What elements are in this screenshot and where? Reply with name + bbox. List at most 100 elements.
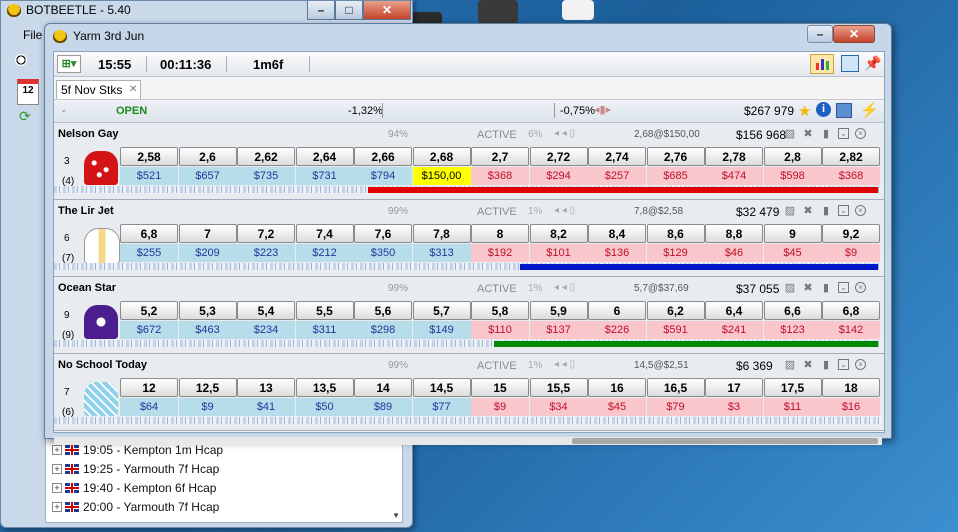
- lay-cell[interactable]: 6,8 $142: [822, 301, 880, 339]
- chart-button[interactable]: [810, 54, 834, 74]
- tools-icon[interactable]: ✖: [802, 128, 814, 140]
- lay-cell[interactable]: 2,74 $257: [588, 147, 646, 185]
- lay-amount[interactable]: $79: [646, 398, 705, 416]
- lay-price-button[interactable]: 8,2: [529, 224, 588, 243]
- lay-price-button[interactable]: 6,4: [705, 301, 763, 320]
- back-amount[interactable]: $50: [295, 398, 354, 416]
- bar-icon[interactable]: ▮: [820, 282, 832, 294]
- back-price-button[interactable]: 2,64: [295, 147, 354, 166]
- minimize-button[interactable]: –: [307, 1, 335, 20]
- lay-amount[interactable]: $142: [822, 321, 880, 339]
- lay-price-button[interactable]: 9,2: [822, 224, 880, 243]
- back-amount[interactable]: $672: [120, 321, 178, 339]
- back-price-button[interactable]: 5,7: [412, 301, 471, 320]
- back-price-button[interactable]: 5,3: [178, 301, 237, 320]
- dropdown-icon[interactable]: ⌄: [838, 282, 849, 293]
- back-price-button[interactable]: 2,62: [237, 147, 295, 166]
- back-amount[interactable]: $794: [354, 167, 412, 185]
- dropdown-icon[interactable]: ⌄: [838, 359, 849, 370]
- lay-cell[interactable]: 16 $45: [588, 378, 646, 416]
- back-amount[interactable]: $150,00: [412, 167, 471, 185]
- lay-amount[interactable]: $45: [588, 398, 646, 416]
- back-amount[interactable]: $350: [354, 244, 412, 262]
- back-price-button[interactable]: 14,5: [412, 378, 471, 397]
- back-price-button[interactable]: 2,68: [412, 147, 471, 166]
- lay-price-button[interactable]: 16: [588, 378, 646, 397]
- lay-cell[interactable]: 6 $226: [588, 301, 646, 339]
- back-price-button[interactable]: 12: [120, 378, 178, 397]
- lay-price-button[interactable]: 8: [471, 224, 529, 243]
- back-cell[interactable]: 5,6 $298: [354, 301, 412, 339]
- lay-cell[interactable]: 8 $192: [471, 224, 529, 262]
- remove-icon[interactable]: ×: [855, 128, 866, 139]
- back-amount[interactable]: $223: [237, 244, 295, 262]
- lay-price-button[interactable]: 6,8: [822, 301, 880, 320]
- tools-icon[interactable]: ✖: [802, 205, 814, 217]
- desktop-icon[interactable]: [562, 0, 594, 20]
- lay-amount[interactable]: $110: [471, 321, 529, 339]
- window-icon[interactable]: [841, 55, 859, 72]
- lay-price-button[interactable]: 15,5: [529, 378, 588, 397]
- close-tab-icon[interactable]: ✕: [129, 81, 137, 99]
- back-price-button[interactable]: 2,6: [178, 147, 237, 166]
- back-cell[interactable]: 2,6 $657: [178, 147, 237, 185]
- lay-price-button[interactable]: 17: [705, 378, 763, 397]
- lay-price-button[interactable]: 16,5: [646, 378, 705, 397]
- back-cell[interactable]: 7,2 $223: [237, 224, 295, 262]
- back-cell[interactable]: 13 $41: [237, 378, 295, 416]
- calendar-icon[interactable]: 12: [17, 79, 39, 105]
- back-amount[interactable]: $64: [120, 398, 178, 416]
- tools-icon[interactable]: ✖: [802, 282, 814, 294]
- lay-price-button[interactable]: 15: [471, 378, 529, 397]
- lay-price-button[interactable]: 2,76: [646, 147, 705, 166]
- lay-amount[interactable]: $45: [763, 244, 822, 262]
- tree-item[interactable]: +20:00 - Yarmouth 7f Hcap: [46, 497, 402, 516]
- lay-cell[interactable]: 9,2 $9: [822, 224, 880, 262]
- tab-market[interactable]: 5f Nov Stks ✕: [56, 80, 142, 99]
- bar-icon[interactable]: ▮: [820, 128, 832, 140]
- lay-cell[interactable]: 5,8 $110: [471, 301, 529, 339]
- lay-cell[interactable]: 8,4 $136: [588, 224, 646, 262]
- lay-cell[interactable]: 2,7 $368: [471, 147, 529, 185]
- lay-price-button[interactable]: 2,72: [529, 147, 588, 166]
- back-cell[interactable]: 7 $209: [178, 224, 237, 262]
- maximize-button[interactable]: □: [335, 1, 363, 20]
- back-amount[interactable]: $313: [412, 244, 471, 262]
- back-cell[interactable]: 2,62 $735: [237, 147, 295, 185]
- graph-icon[interactable]: ▨: [784, 128, 796, 140]
- back-price-button[interactable]: 5,4: [237, 301, 295, 320]
- back-price-button[interactable]: 13: [237, 378, 295, 397]
- back-price-button[interactable]: 7,4: [295, 224, 354, 243]
- lay-price-button[interactable]: 2,8: [763, 147, 822, 166]
- back-amount[interactable]: $521: [120, 167, 178, 185]
- bar-icon[interactable]: ▮: [820, 205, 832, 217]
- back-price-button[interactable]: 5,6: [354, 301, 412, 320]
- lay-cell[interactable]: 17 $3: [705, 378, 763, 416]
- remove-icon[interactable]: ×: [855, 282, 866, 293]
- lay-price-button[interactable]: 17,5: [763, 378, 822, 397]
- tree-item[interactable]: +19:25 - Yarmouth 7f Hcap: [46, 459, 402, 478]
- add-market-button[interactable]: ⊞▾: [57, 55, 81, 73]
- back-amount[interactable]: $463: [178, 321, 237, 339]
- lay-amount[interactable]: $685: [646, 167, 705, 185]
- lay-amount[interactable]: $11: [763, 398, 822, 416]
- remove-icon[interactable]: ×: [855, 359, 866, 370]
- back-amount[interactable]: $89: [354, 398, 412, 416]
- graph-icon[interactable]: [836, 103, 852, 118]
- back-cell[interactable]: 12,5 $9: [178, 378, 237, 416]
- lay-amount[interactable]: $368: [822, 167, 880, 185]
- graph-icon[interactable]: ▨: [784, 205, 796, 217]
- lay-amount[interactable]: $123: [763, 321, 822, 339]
- lay-cell[interactable]: 6,6 $123: [763, 301, 822, 339]
- back-cell[interactable]: 6,8 $255: [120, 224, 178, 262]
- lay-price-button[interactable]: 8,4: [588, 224, 646, 243]
- lay-amount[interactable]: $137: [529, 321, 588, 339]
- scrollbar-thumb[interactable]: [572, 438, 878, 444]
- expand-icon[interactable]: +: [52, 444, 62, 455]
- back-cell[interactable]: 2,58 $521: [120, 147, 178, 185]
- back-cell[interactable]: 2,68 $150,00: [412, 147, 471, 185]
- dropdown-icon[interactable]: ⌄: [838, 128, 849, 139]
- lay-amount[interactable]: $46: [705, 244, 763, 262]
- lay-amount[interactable]: $192: [471, 244, 529, 262]
- back-cell[interactable]: 7,6 $350: [354, 224, 412, 262]
